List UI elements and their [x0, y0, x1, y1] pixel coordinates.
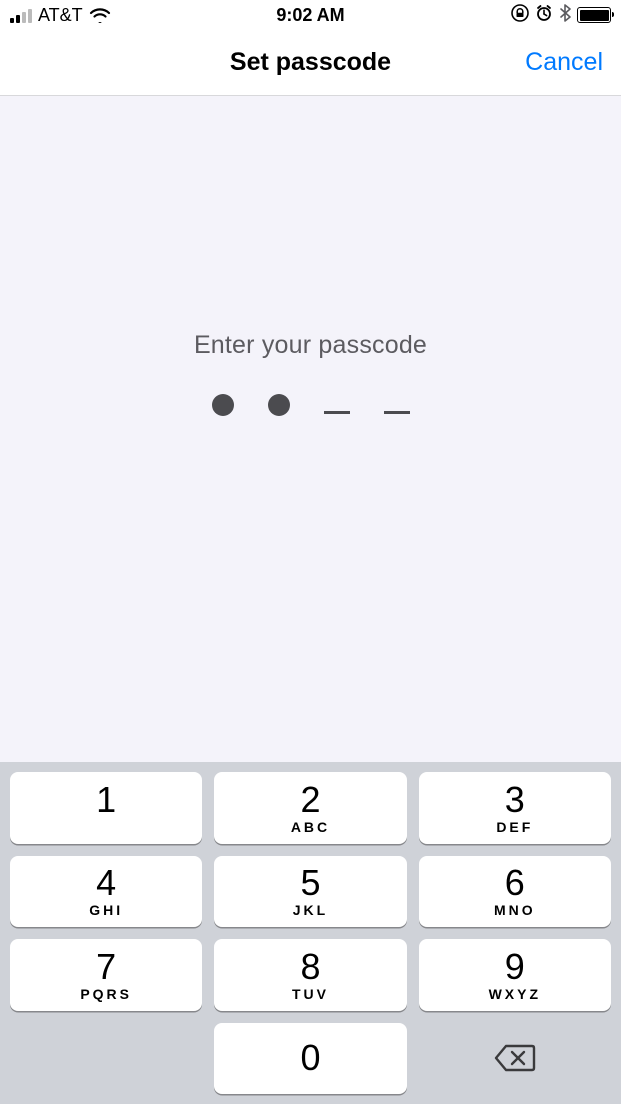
- wifi-icon: [89, 7, 111, 23]
- keypad-digit: 4: [96, 865, 116, 901]
- keypad-digit: 1: [96, 782, 116, 818]
- keypad-delete-button[interactable]: [419, 1023, 611, 1095]
- passcode-dot-empty: [324, 411, 350, 414]
- backspace-icon: [494, 1043, 536, 1073]
- status-right: [511, 4, 611, 27]
- battery-icon: [577, 7, 611, 23]
- keypad-digit: 3: [505, 782, 525, 818]
- page-title: Set passcode: [230, 48, 391, 77]
- status-bar: AT&T 9:02 AM: [0, 0, 621, 30]
- keypad-digit: 0: [300, 1040, 320, 1076]
- keypad-letters: MNO: [494, 903, 536, 917]
- keypad-letters: ABC: [291, 820, 330, 834]
- keypad-key-3[interactable]: 3 DEF: [419, 772, 611, 844]
- bluetooth-icon: [559, 4, 571, 27]
- keypad-key-6[interactable]: 6 MNO: [419, 856, 611, 928]
- keypad-letters: PQRS: [80, 987, 132, 1001]
- keypad-key-5[interactable]: 5 JKL: [214, 856, 406, 928]
- keypad-blank: [10, 1023, 202, 1095]
- number-keypad: 1 2 ABC 3 DEF 4 GHI 5 JKL 6 MNO 7 PQRS 8 TUV 9 WXYZ 0: [0, 762, 621, 1104]
- keypad-digit: 6: [505, 865, 525, 901]
- keypad-key-0[interactable]: 0: [214, 1023, 406, 1095]
- keypad-key-8[interactable]: 8 TUV: [214, 939, 406, 1011]
- keypad-letters: GHI: [89, 903, 123, 917]
- passcode-dot-empty: [384, 411, 410, 414]
- nav-bar: Set passcode Cancel: [0, 30, 621, 96]
- keypad-key-4[interactable]: 4 GHI: [10, 856, 202, 928]
- carrier-label: AT&T: [38, 5, 83, 26]
- keypad-key-7[interactable]: 7 PQRS: [10, 939, 202, 1011]
- passcode-dot-filled: [212, 394, 234, 416]
- cancel-button[interactable]: Cancel: [525, 48, 603, 77]
- keypad-digit: 9: [505, 949, 525, 985]
- orientation-lock-icon: [511, 4, 529, 27]
- passcode-prompt: Enter your passcode: [194, 331, 427, 360]
- keypad-letters: DEF: [496, 820, 533, 834]
- passcode-dot-filled: [268, 394, 290, 416]
- passcode-content: Enter your passcode: [0, 96, 621, 762]
- keypad-digit: 2: [300, 782, 320, 818]
- keypad-digit: 8: [300, 949, 320, 985]
- keypad-letters: TUV: [292, 987, 329, 1001]
- keypad-key-1[interactable]: 1: [10, 772, 202, 844]
- clock-label: 9:02 AM: [276, 5, 344, 26]
- keypad-digit: 5: [300, 865, 320, 901]
- signal-icon: [10, 7, 32, 23]
- alarm-icon: [535, 4, 553, 27]
- keypad-letters: JKL: [293, 903, 328, 917]
- keypad-key-9[interactable]: 9 WXYZ: [419, 939, 611, 1011]
- passcode-dots: [212, 394, 410, 416]
- keypad-digit: 7: [96, 949, 116, 985]
- keypad-key-2[interactable]: 2 ABC: [214, 772, 406, 844]
- keypad-letters: WXYZ: [489, 987, 541, 1001]
- status-left: AT&T: [10, 5, 111, 26]
